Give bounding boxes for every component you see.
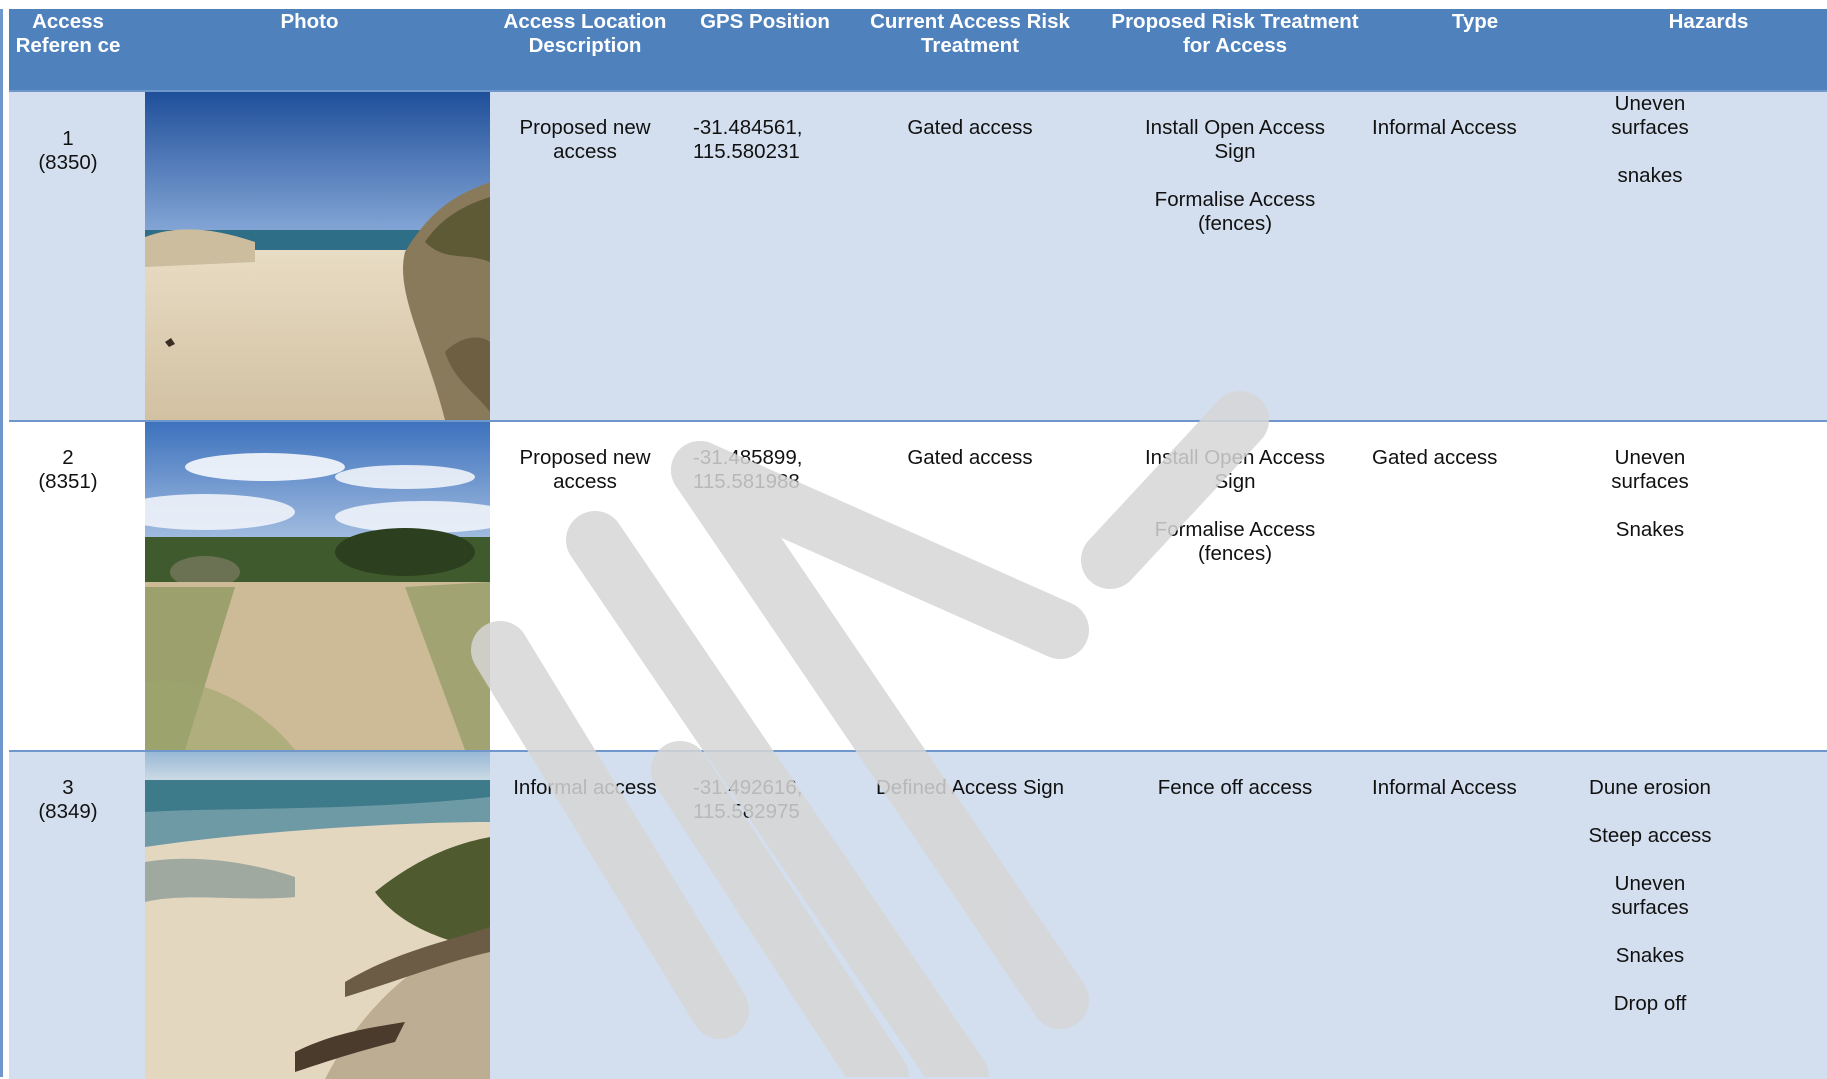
hazard-item: Steep access	[1588, 824, 1712, 847]
access-code: (8349)	[38, 800, 98, 823]
access-number: 1	[62, 127, 74, 150]
hazards-cell: Dune erosion Steep access Uneven surface…	[1580, 776, 1720, 1016]
header-proposed-treatment: Proposed Risk Treatment for Access	[1111, 10, 1359, 57]
hazard-item: Drop off	[1613, 992, 1687, 1015]
location-cell: Informal access	[513, 776, 657, 799]
gps-cell: -31.492616, 115.582975	[693, 776, 843, 824]
eroded-dune-shore-photo	[145, 752, 490, 1079]
gps-latitude: -31.484561,	[693, 116, 803, 139]
current-treatment-cell: Defined Access Sign	[875, 776, 1065, 799]
location-cell: Proposed new access	[519, 446, 651, 493]
proposed-treatment-cell: Fence off access	[1125, 776, 1345, 800]
hazard-item: Uneven surfaces	[1611, 92, 1689, 139]
vegetated-sand-track-photo	[145, 422, 490, 750]
table-row: 3 (8349) Informal access -31.492616, 115…	[9, 750, 1827, 1079]
access-code: (8351)	[38, 470, 98, 493]
access-number: 3	[62, 776, 74, 799]
beach-dune-path-photo	[145, 92, 490, 420]
gps-latitude: -31.492616,	[693, 776, 803, 799]
proposed-item: Formalise Access (fences)	[1154, 518, 1316, 565]
access-reference-cell: 2 (8351)	[9, 446, 127, 494]
gps-longitude: 115.582975	[693, 800, 800, 823]
hazard-item: snakes	[1617, 164, 1683, 187]
access-number: 2	[62, 446, 74, 469]
header-gps: GPS Position	[700, 10, 830, 33]
proposed-item: Install Open Access Sign	[1144, 116, 1326, 163]
header-location: Access Location Description	[503, 10, 667, 57]
access-code: (8350)	[38, 151, 98, 174]
proposed-item: Fence off access	[1157, 776, 1313, 799]
hazard-item: Dune erosion	[1589, 776, 1711, 799]
gps-cell: -31.484561, 115.580231	[693, 116, 843, 164]
proposed-item: Formalise Access (fences)	[1154, 188, 1316, 235]
proposed-treatment-cell: Install Open Access Sign Formalise Acces…	[1125, 116, 1345, 236]
type-cell: Informal Access	[1372, 116, 1517, 139]
hazards-cell: Uneven surfaces snakes	[1580, 92, 1720, 188]
access-risk-table: Access Referen ce Photo Access Location …	[9, 9, 1827, 1079]
hazard-item: Snakes	[1615, 518, 1685, 541]
gps-cell: -31.485899, 115.581988	[693, 446, 843, 494]
gps-latitude: -31.485899,	[693, 446, 803, 469]
proposed-treatment-cell: Install Open Access Sign Formalise Acces…	[1125, 446, 1345, 566]
hazards-cell: Uneven surfaces Snakes	[1580, 446, 1720, 542]
table-left-border	[0, 9, 3, 1077]
table-row: 1 (8350) Proposed new access -31.484561,…	[9, 90, 1827, 420]
access-reference-cell: 1 (8350)	[9, 127, 127, 175]
type-cell: Gated access	[1372, 446, 1498, 469]
location-cell: Proposed new access	[519, 116, 651, 163]
proposed-item: Install Open Access Sign	[1144, 446, 1326, 493]
type-cell: Informal Access	[1372, 776, 1517, 799]
header-current-treatment: Current Access Risk Treatment	[870, 10, 1070, 57]
current-treatment-cell: Gated access	[907, 446, 1033, 469]
gps-longitude: 115.580231	[693, 140, 800, 163]
hazard-item: Snakes	[1615, 944, 1685, 967]
access-reference-cell: 3 (8349)	[9, 776, 127, 824]
header-access-reference: Access Referen ce	[15, 10, 121, 57]
current-treatment-cell: Gated access	[907, 116, 1033, 139]
table-row: 2 (8351) Proposed new access -31.485899,…	[9, 420, 1827, 750]
header-hazards: Hazards	[1668, 10, 1749, 33]
gps-longitude: 115.581988	[693, 470, 800, 493]
hazard-item: Uneven surfaces	[1611, 446, 1689, 493]
hazard-item: Uneven surfaces	[1611, 872, 1689, 919]
table-header: Access Referen ce Photo Access Location …	[9, 9, 1827, 90]
header-type: Type	[1451, 10, 1499, 33]
header-photo: Photo	[280, 10, 339, 33]
